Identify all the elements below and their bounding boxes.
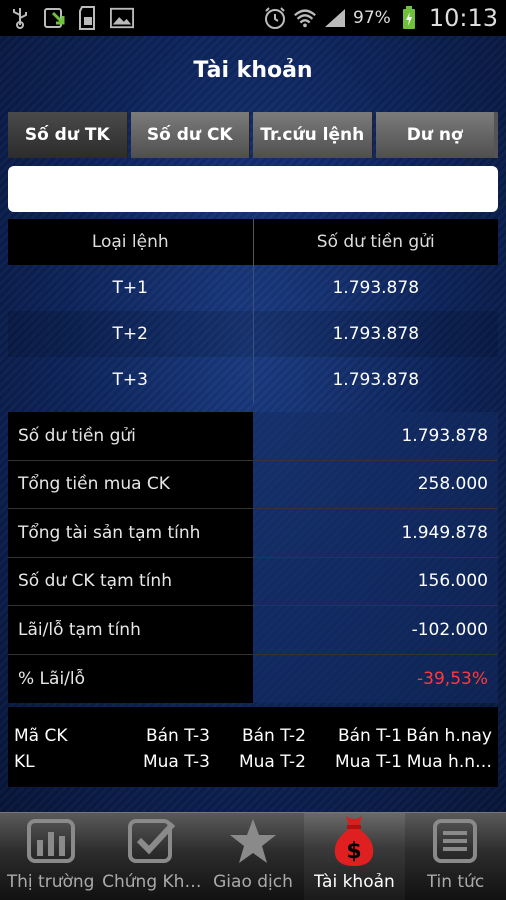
- nav-tai-khoan[interactable]: $ Tài khoản: [303, 813, 405, 900]
- tab-du-no[interactable]: Dư nợ: [375, 112, 498, 158]
- battery-percent: 97%: [353, 8, 391, 28]
- col-ma-ck: Mã CK: [14, 726, 68, 746]
- summary-label: Tổng tài sản tạm tính: [8, 509, 253, 557]
- nav-label: Giao dịch: [213, 872, 293, 892]
- summary-value: 1.793.878: [253, 412, 498, 460]
- page-title: Tài khoản: [193, 58, 313, 83]
- summary-row: % Lãi/lỗ -39,53%: [8, 654, 498, 703]
- col-mua-hnay: Mua h.n…: [406, 752, 492, 772]
- summary-row: Tổng tài sản tạm tính 1.949.878: [8, 509, 498, 558]
- summary-value: 1.949.878: [253, 509, 498, 557]
- news-icon: [430, 816, 480, 866]
- col-mua-t1: Mua T-1: [334, 752, 402, 772]
- table-row: T+1 1.793.878: [8, 265, 498, 311]
- app-content: Tài khoản Số dư TK Số dư CK Tr.cứu lệnh …: [0, 36, 506, 812]
- order-type-cell: T+2: [8, 311, 254, 357]
- order-type-cell: T+3: [8, 357, 254, 403]
- summary-row: Số dư tiền gửi 1.793.878: [8, 412, 498, 461]
- tab-tra-cuu-lenh[interactable]: Tr.cứu lệnh: [253, 112, 373, 158]
- col-kl: KL: [14, 752, 35, 772]
- col-ban-t3: Bán T-3: [145, 726, 210, 746]
- summary-label: Số dư CK tạm tính: [8, 557, 253, 605]
- nav-label: Tin tức: [426, 872, 485, 892]
- table-header: Loại lệnh Số dư tiền gửi: [8, 219, 498, 265]
- summary-row: Số dư CK tạm tính 156.000: [8, 557, 498, 606]
- table-row: T+3 1.793.878: [8, 357, 498, 403]
- balance-cell: 1.793.878: [332, 278, 420, 298]
- image-icon: [110, 6, 134, 30]
- stock-holdings-table: Mã CK Bán T-3 Bán T-2 Bán T-1 Bán h.nay …: [8, 707, 498, 787]
- sd-card-icon: [76, 6, 100, 30]
- summary-label: Lãi/lỗ tạm tính: [8, 606, 253, 654]
- usb-icon: [8, 6, 32, 30]
- summary-label: % Lãi/lỗ: [8, 654, 253, 703]
- download-icon: [42, 6, 66, 30]
- nav-label: Thị trường: [6, 872, 95, 892]
- nav-tin-tuc[interactable]: Tin tức: [405, 813, 506, 900]
- summary-value: -102.000: [253, 606, 498, 654]
- tab-bar: Số dư TK Số dư CK Tr.cứu lệnh Dư nợ: [8, 112, 498, 158]
- summary-label: Tổng tiền mua CK: [8, 460, 253, 508]
- bottom-nav: Thị trường Chứng Kh… Giao dịch $ Tài kho…: [0, 812, 506, 900]
- account-input[interactable]: [8, 166, 498, 212]
- svg-text:$: $: [347, 839, 362, 864]
- tab-so-du-ck[interactable]: Số dư CK: [130, 112, 250, 158]
- bar-chart-icon: [26, 816, 76, 866]
- alarm-icon: [263, 6, 287, 30]
- checkbox-icon: [127, 816, 177, 866]
- header-deposit-balance: Số dư tiền gửi: [316, 232, 435, 252]
- status-bar: 97% 10:13: [0, 0, 506, 36]
- battery-charging-icon: [397, 6, 421, 30]
- clock: 10:13: [428, 4, 498, 32]
- col-ban-t1: Bán T-1: [337, 726, 402, 746]
- nav-thi-truong[interactable]: Thị trường: [0, 813, 101, 900]
- signal-icon: [323, 6, 347, 30]
- table-row: T+2 1.793.878: [8, 311, 498, 357]
- nav-chung-khoan[interactable]: Chứng Kh…: [101, 813, 202, 900]
- summary-row: Lãi/lỗ tạm tính -102.000: [8, 606, 498, 655]
- col-ban-t2: Bán T-2: [241, 726, 306, 746]
- nav-label: Chứng Kh…: [102, 872, 202, 892]
- header-order-type: Loại lệnh: [8, 219, 254, 265]
- table-header-row: Mã CK Bán T-3 Bán T-2 Bán T-1 Bán h.nay: [14, 723, 492, 749]
- nav-label: Tài khoản: [313, 872, 395, 892]
- nav-giao-dich[interactable]: Giao dịch: [202, 813, 303, 900]
- summary-label: Số dư tiền gửi: [8, 412, 253, 460]
- balance-cell: 1.793.878: [332, 370, 420, 390]
- order-balance-table: Loại lệnh Số dư tiền gửi T+1 1.793.878 T…: [8, 219, 498, 403]
- balance-cell: 1.793.878: [332, 324, 420, 344]
- summary-row: Tổng tiền mua CK 258.000: [8, 460, 498, 509]
- col-ban-hnay: Bán h.nay: [406, 726, 492, 746]
- tab-so-du-tk[interactable]: Số dư TK: [8, 112, 128, 158]
- col-mua-t3: Mua T-3: [142, 752, 210, 772]
- col-mua-t2: Mua T-2: [238, 752, 306, 772]
- money-bag-icon: $: [329, 816, 379, 866]
- table-header-row: KL Mua T-3 Mua T-2 Mua T-1 Mua h.n…: [14, 749, 492, 775]
- order-type-cell: T+1: [8, 265, 254, 311]
- account-summary-table: Số dư tiền gửi 1.793.878 Tổng tiền mua C…: [8, 412, 498, 703]
- star-icon: [228, 816, 278, 866]
- summary-value: 258.000: [253, 460, 498, 508]
- summary-value: 156.000: [253, 557, 498, 605]
- profit-loss-percent: -39,53%: [253, 654, 498, 703]
- wifi-icon: [293, 6, 317, 30]
